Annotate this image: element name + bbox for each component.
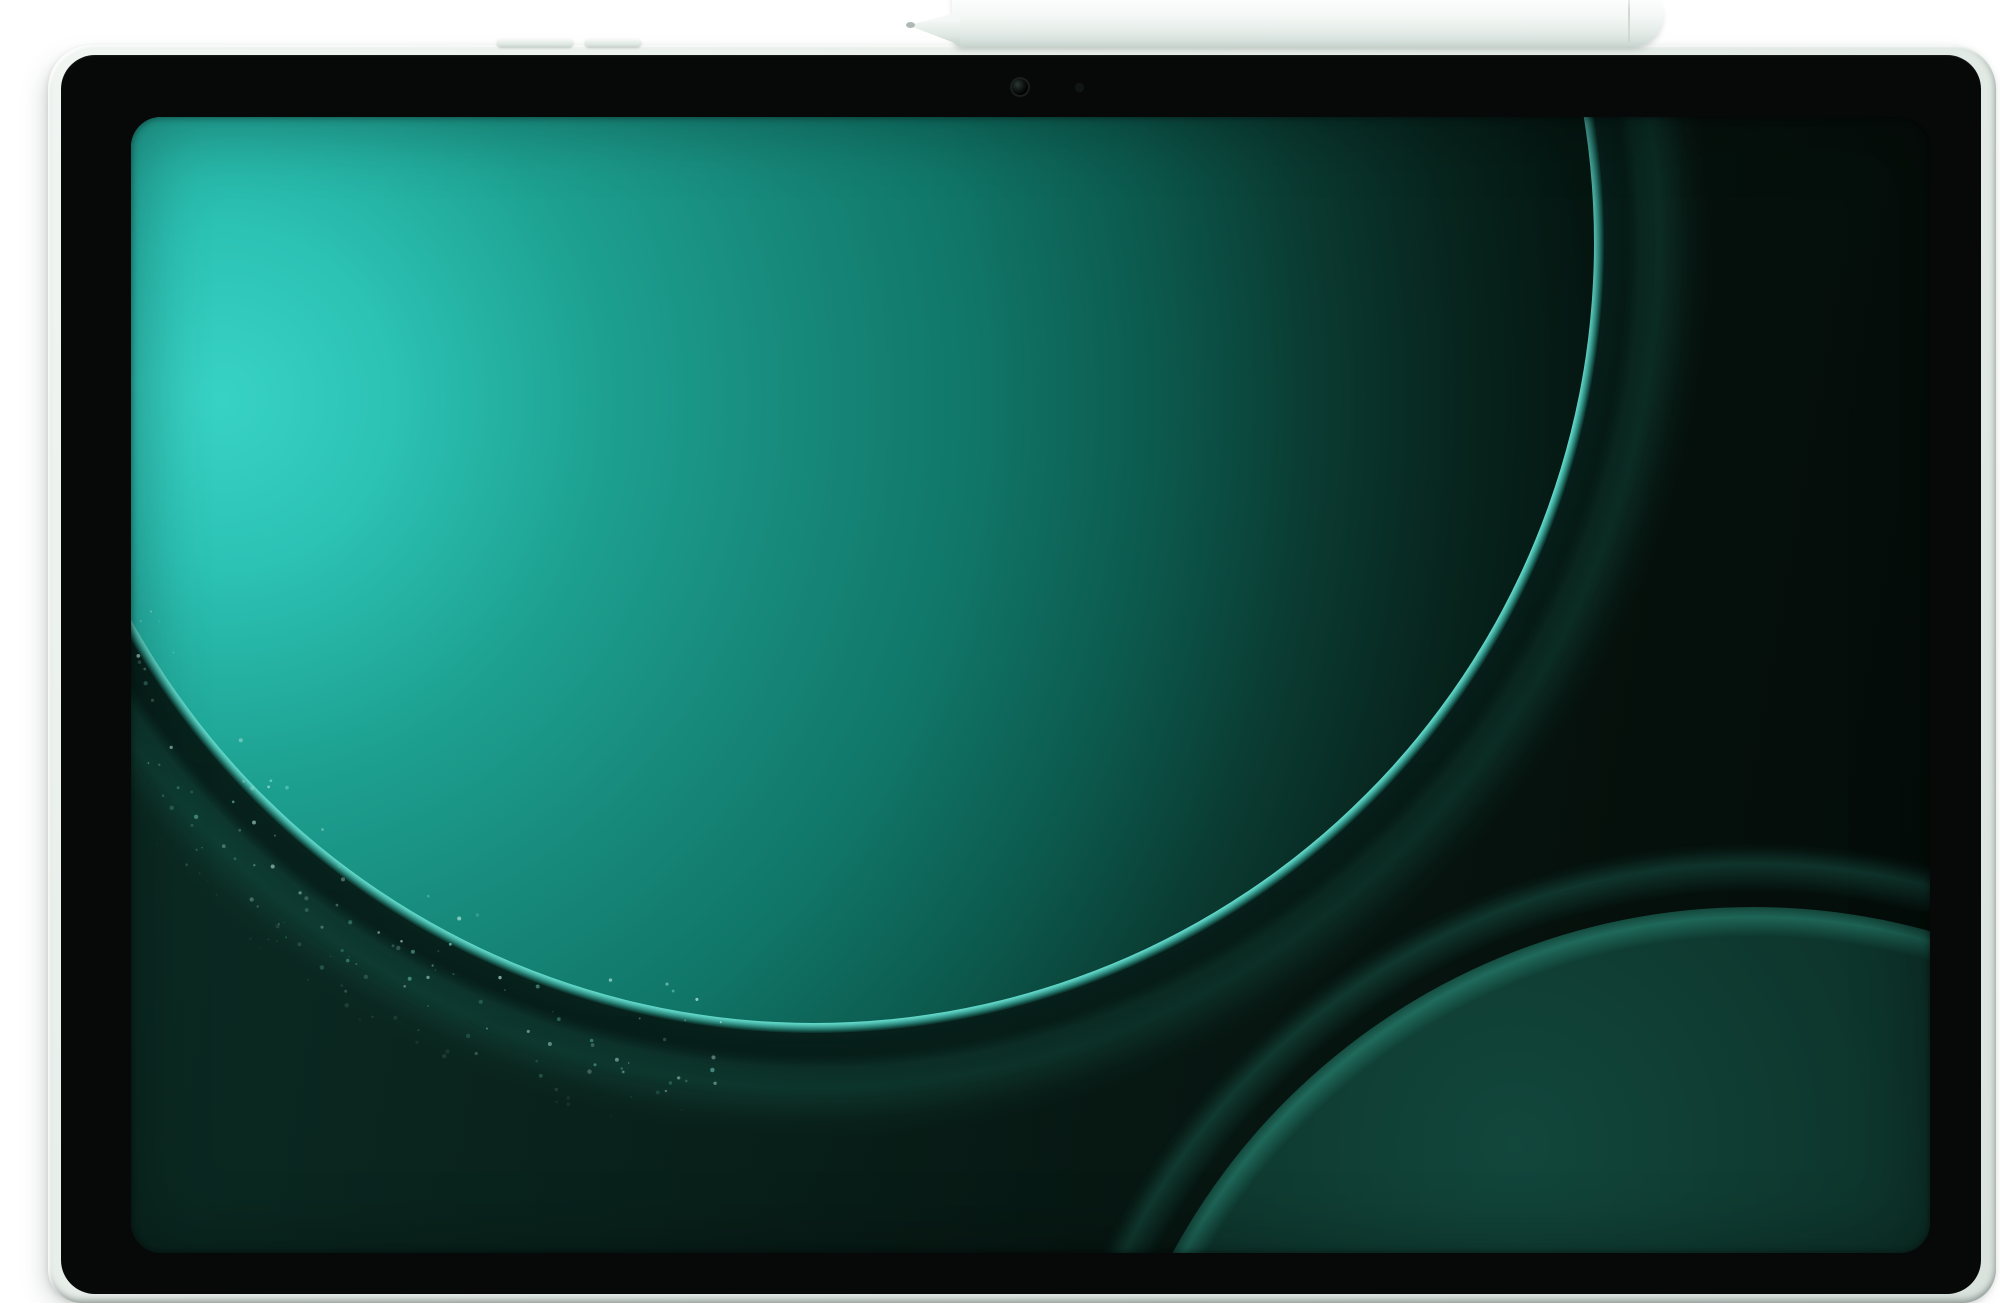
front-camera (1012, 79, 1028, 95)
screen-vignette (131, 117, 1930, 1253)
power-button (497, 39, 573, 47)
light-sensor (1075, 83, 1084, 92)
stylus-tip-point (906, 22, 915, 28)
volume-button (585, 39, 641, 47)
stylus-cap-seam (1628, 0, 1630, 42)
tablet-screen (131, 117, 1930, 1253)
photo-background (0, 0, 2000, 1303)
stylus-tip (908, 12, 960, 45)
stylus-body (952, 0, 1663, 47)
tablet-bezel (61, 55, 1981, 1294)
tablet-device (48, 45, 1996, 1303)
